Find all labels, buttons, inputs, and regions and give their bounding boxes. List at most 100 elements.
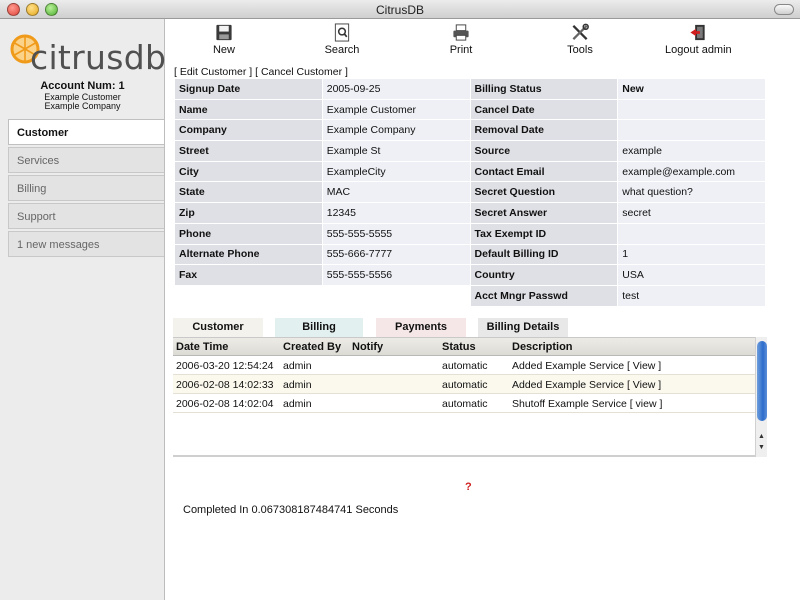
info-value: Example Company bbox=[322, 120, 470, 141]
cell-description[interactable]: Shutoff Example Service [ view ] bbox=[512, 398, 662, 410]
info-value: 555-666-7777 bbox=[322, 244, 470, 265]
info-value bbox=[618, 223, 765, 244]
customer-actions: [ Edit Customer ] [ Cancel Customer ] bbox=[174, 66, 348, 78]
info-label: State bbox=[175, 182, 322, 203]
sidebar-item-customer[interactable]: Customer bbox=[8, 119, 164, 145]
logout-label: Logout admin bbox=[665, 44, 732, 56]
cell-status: automatic bbox=[442, 360, 488, 372]
column-header-notify[interactable]: Notify bbox=[352, 341, 383, 353]
sidebar: citrusdb Account Num: 1 Example Customer… bbox=[0, 19, 166, 600]
info-value: 1 bbox=[618, 244, 765, 265]
info-row: Signup Date 2005-09-25 Billing Status Ne… bbox=[175, 79, 765, 99]
sidebar-item-support[interactable]: Support bbox=[8, 203, 164, 229]
info-value: test bbox=[618, 285, 765, 306]
info-value: what question? bbox=[618, 182, 765, 203]
scroll-up-arrow-icon[interactable]: ▲ bbox=[758, 433, 765, 440]
logout-button[interactable]: Logout admin bbox=[665, 23, 732, 56]
info-label: Removal Date bbox=[470, 120, 618, 141]
column-header-status[interactable]: Status bbox=[442, 341, 476, 353]
info-value: example@example.com bbox=[618, 161, 765, 182]
info-value: Example Customer bbox=[322, 99, 470, 120]
info-label: Cancel Date bbox=[470, 99, 618, 120]
info-value: 555-555-5555 bbox=[322, 223, 470, 244]
citrusdb-logo: citrusdb bbox=[10, 34, 166, 80]
info-row: City ExampleCity Contact Email example@e… bbox=[175, 161, 765, 182]
info-value: 555-555-5556 bbox=[322, 265, 470, 285]
column-header-created-by[interactable]: Created By bbox=[283, 341, 341, 353]
sidebar-item-messages[interactable]: 1 new messages bbox=[8, 231, 164, 257]
info-empty-cell bbox=[175, 286, 322, 306]
log-header-row: Date Time Created By Notify Status Descr… bbox=[173, 337, 755, 356]
column-header-datetime[interactable]: Date Time bbox=[176, 341, 228, 353]
print-button[interactable]: Print bbox=[445, 23, 477, 56]
info-row: State MAC Secret Question what question? bbox=[175, 182, 765, 203]
tab-billing[interactable]: Billing bbox=[275, 318, 363, 337]
scrollbar-thumb[interactable] bbox=[757, 341, 767, 421]
log-scrollbar[interactable]: ▲ ▼ bbox=[755, 337, 767, 457]
cell-description[interactable]: Added Example Service [ View ] bbox=[512, 360, 661, 372]
info-value bbox=[618, 120, 765, 141]
info-label: Name bbox=[175, 99, 322, 120]
tab-billing-details[interactable]: Billing Details bbox=[478, 318, 568, 337]
cell-created-by: admin bbox=[283, 398, 312, 410]
info-label: Secret Question bbox=[470, 182, 618, 203]
tab-customer[interactable]: Customer bbox=[173, 318, 263, 337]
info-label: Source bbox=[470, 141, 618, 161]
info-value: Example St bbox=[322, 141, 470, 161]
account-company: Example Company bbox=[44, 101, 121, 111]
info-label: Tax Exempt ID bbox=[470, 223, 618, 244]
cell-created-by: admin bbox=[283, 379, 312, 391]
floppy-disk-icon bbox=[216, 24, 232, 41]
help-icon[interactable]: ? bbox=[465, 481, 472, 493]
info-value: 2005-09-25 bbox=[322, 79, 470, 99]
cancel-customer-link[interactable]: [ Cancel Customer ] bbox=[255, 66, 348, 78]
logo-text: citrusdb bbox=[30, 38, 167, 77]
tools-button[interactable]: Tools bbox=[563, 23, 597, 56]
cell-datetime: 2006-03-20 12:54:24 bbox=[176, 360, 274, 372]
info-label: Fax bbox=[175, 265, 322, 285]
edit-customer-link[interactable]: [ Edit Customer ] bbox=[174, 66, 252, 78]
info-label: Alternate Phone bbox=[175, 244, 322, 265]
table-row[interactable]: 2006-03-20 12:54:24 admin automatic Adde… bbox=[173, 356, 755, 375]
column-header-description[interactable]: Description bbox=[512, 341, 573, 353]
sidebar-item-billing[interactable]: Billing bbox=[8, 175, 164, 201]
table-row[interactable]: 2006-02-08 14:02:33 admin automatic Adde… bbox=[173, 375, 755, 394]
tab-payments[interactable]: Payments bbox=[376, 318, 466, 337]
new-label: New bbox=[212, 44, 235, 56]
tools-label: Tools bbox=[567, 44, 593, 56]
info-row: Zip 12345 Secret Answer secret bbox=[175, 203, 765, 223]
info-label: Street bbox=[175, 141, 322, 161]
account-number: Account Num: 1 bbox=[40, 80, 125, 92]
completed-time-text: Completed In 0.067308187484741 Seconds bbox=[183, 504, 399, 516]
info-row: Company Example Company Removal Date bbox=[175, 120, 765, 141]
search-label: Search bbox=[324, 44, 360, 56]
info-value bbox=[618, 99, 765, 120]
info-label: Signup Date bbox=[175, 79, 322, 99]
info-label: Billing Status bbox=[470, 79, 618, 99]
info-value: secret bbox=[618, 203, 765, 223]
history-log: Date Time Created By Notify Status Descr… bbox=[173, 337, 755, 457]
info-label: Secret Answer bbox=[470, 203, 618, 223]
customer-info-table: Signup Date 2005-09-25 Billing Status Ne… bbox=[174, 78, 766, 307]
info-label: Acct Mngr Passwd bbox=[470, 285, 618, 306]
info-value: New bbox=[618, 79, 765, 99]
search-icon bbox=[334, 23, 350, 42]
cell-datetime: 2006-02-08 14:02:04 bbox=[176, 398, 274, 410]
toolbar-toggle-button[interactable] bbox=[774, 4, 794, 15]
table-row[interactable]: 2006-02-08 14:02:04 admin automatic Shut… bbox=[173, 394, 755, 413]
info-label: Contact Email bbox=[470, 161, 618, 182]
cell-description[interactable]: Added Example Service [ View ] bbox=[512, 379, 661, 391]
tools-icon bbox=[572, 23, 589, 40]
info-value: ExampleCity bbox=[322, 161, 470, 182]
info-row: Name Example Customer Cancel Date bbox=[175, 99, 765, 120]
scroll-down-arrow-icon[interactable]: ▼ bbox=[758, 444, 765, 451]
info-value: 12345 bbox=[322, 203, 470, 223]
info-label: City bbox=[175, 161, 322, 182]
search-button[interactable]: Search bbox=[322, 23, 362, 56]
cell-status: automatic bbox=[442, 379, 488, 391]
info-row: Street Example St Source example bbox=[175, 141, 765, 161]
title-bar: CitrusDB bbox=[0, 0, 800, 19]
info-row: Alternate Phone 555-666-7777 Default Bil… bbox=[175, 244, 765, 265]
new-button[interactable]: New bbox=[205, 23, 243, 56]
sidebar-item-services[interactable]: Services bbox=[8, 147, 164, 173]
